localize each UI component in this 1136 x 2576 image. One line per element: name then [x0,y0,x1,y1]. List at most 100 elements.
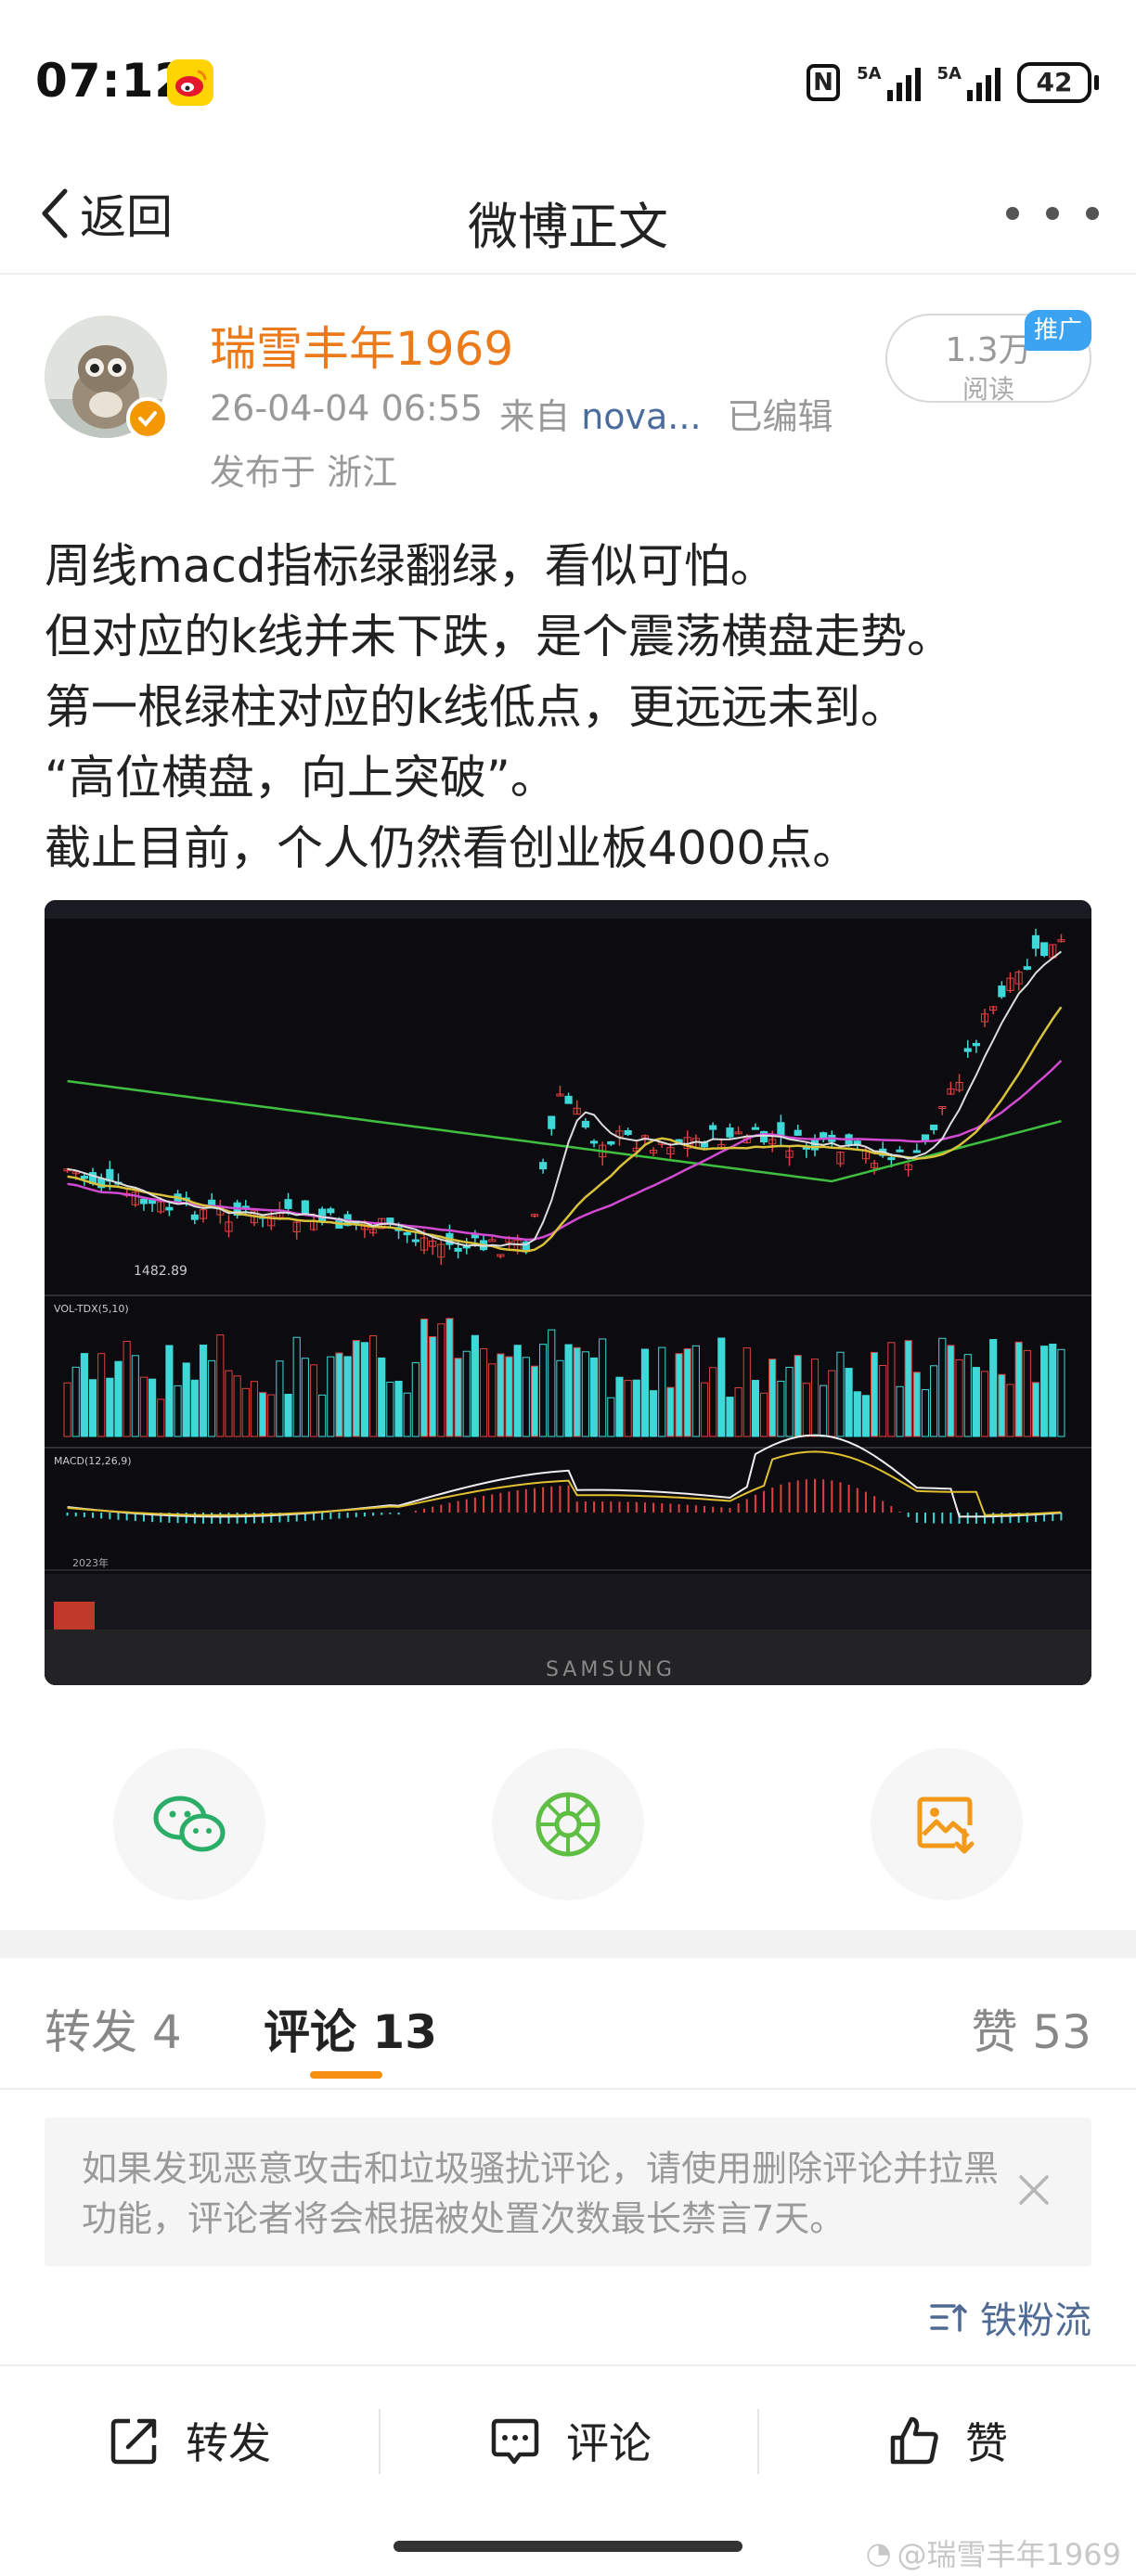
volume-bar [343,1356,352,1437]
volume-bar [870,1351,879,1437]
source-prefix: 来自 [499,396,571,437]
home-indicator[interactable] [394,2541,742,2552]
volume-bar [768,1359,777,1437]
volume-bar [284,1394,292,1437]
post-meta: 26-04-04 06:55 来自 nova... 已编辑 [210,388,833,439]
candle-body [165,1206,174,1211]
macd-indicator-label: MACD(12,26,9) [54,1455,132,1467]
sort-button[interactable]: 铁粉流 [930,2290,1091,2344]
share-moments-button[interactable] [492,1748,644,1900]
status-indicators: N 5A 5A 42 [807,59,1099,106]
volume-bar [861,1395,870,1437]
volume-bar [80,1353,88,1437]
candle-body [726,1127,734,1138]
post-image[interactable]: 1482.89 VOL-TDX(5,10) MACD(12,26,9) 2023… [45,900,1091,1685]
volume-bar [114,1360,123,1437]
back-button[interactable]: 返回 [37,176,173,251]
repost-icon [110,2418,157,2465]
tabs-divider [0,2088,1136,2090]
signal-icon: 5A [857,64,921,101]
watermark-text: @瑞雪丰年1969 [897,2537,1121,2572]
volume-bar [165,1345,174,1437]
weibo-watermark-icon: ◔ [865,2535,892,2570]
volume-bar [513,1345,522,1437]
like-button[interactable]: 赞 [887,2403,1008,2478]
post-line: 但对应的k线并未下跌，是个震荡横盘走势。 [45,610,953,663]
author-name[interactable]: 瑞雪丰年1969 [210,312,513,379]
volume-bar [335,1352,343,1437]
more-options-button[interactable] [1006,195,1099,232]
navigation-bar: 返回 微博正文 [0,158,1136,275]
wechat-icon [153,1796,226,1852]
candle-body [386,1217,394,1224]
volume-bar [1031,1382,1040,1437]
comment-label: 评论 [566,2418,652,2468]
tab-repost[interactable]: 转发 4 [45,1995,182,2062]
edited-label[interactable]: 已编辑 [728,388,833,439]
like-label: 赞 [965,2418,1008,2468]
candle-body [887,1157,896,1161]
tab-like[interactable]: 赞 53 [971,1995,1091,2062]
candle-body [1031,934,1040,949]
candle-body [318,1208,327,1222]
volume-bar [989,1339,998,1437]
promote-badge[interactable]: 推广 [1025,310,1091,351]
volume-bar [445,1318,454,1437]
volume-bar [564,1344,573,1437]
stock-chart-photo: 1482.89 VOL-TDX(5,10) MACD(12,26,9) 2023… [45,900,1091,1685]
battery-icon: 42 [1017,62,1099,103]
candle-body [1040,942,1049,957]
source-device-link[interactable]: nova... [581,396,701,437]
volume-bar [1040,1346,1049,1437]
candle-body [581,1120,589,1128]
volume-bar [717,1337,726,1437]
repost-button[interactable]: 转发 [108,2403,271,2478]
volume-bar [726,1397,734,1437]
volume-bar [751,1380,760,1437]
volume-bar [794,1355,802,1437]
volume-bar [471,1334,479,1437]
volume-bar [573,1346,581,1437]
volume-bar [182,1362,190,1437]
volume-indicator-label: VOL-TDX(5,10) [54,1303,129,1315]
volume-bar [106,1377,114,1437]
volume-bar [429,1336,437,1437]
post-region: 发布于 浙江 [210,452,398,493]
volume-bar [360,1342,368,1437]
candle-body [998,985,1006,998]
save-image-button[interactable] [871,1748,1023,1900]
reads-label: 阅读 [962,374,1014,405]
volume-bar [1014,1341,1023,1437]
volume-bar [998,1373,1006,1437]
volume-bar [148,1378,157,1437]
candle-body [751,1127,760,1130]
volume-bar [589,1357,599,1437]
dot-icon [1046,207,1059,220]
candle-body [403,1231,411,1236]
volume-bar [394,1380,403,1437]
thumbs-up-icon [890,2416,938,2465]
close-notice-button[interactable] [1013,2170,1054,2210]
candle-body [912,1150,921,1153]
volume-bar [683,1347,691,1437]
comment-button[interactable]: 评论 [488,2403,652,2478]
candle-body [963,1048,972,1052]
candle-body [190,1214,199,1220]
volume-bar [530,1365,539,1437]
section-divider [0,1930,1136,1958]
tab-comment[interactable]: 评论 13 [264,1995,437,2062]
candle-body [454,1247,462,1252]
volume-bar [972,1367,980,1437]
post-line: 第一根绿柱对应的k线低点，更远远未到。 [45,680,907,734]
volume-bar [352,1340,360,1437]
active-tab-indicator [310,2071,382,2079]
volume-bar [1049,1343,1057,1437]
volume-bar [845,1368,853,1437]
candle-body [411,1239,420,1243]
candle-body [564,1095,573,1104]
share-wechat-button[interactable] [113,1748,265,1900]
candle-body [1023,966,1031,971]
candle-body [589,1140,599,1144]
candle-body [539,1162,548,1170]
close-icon [1019,2175,1049,2205]
